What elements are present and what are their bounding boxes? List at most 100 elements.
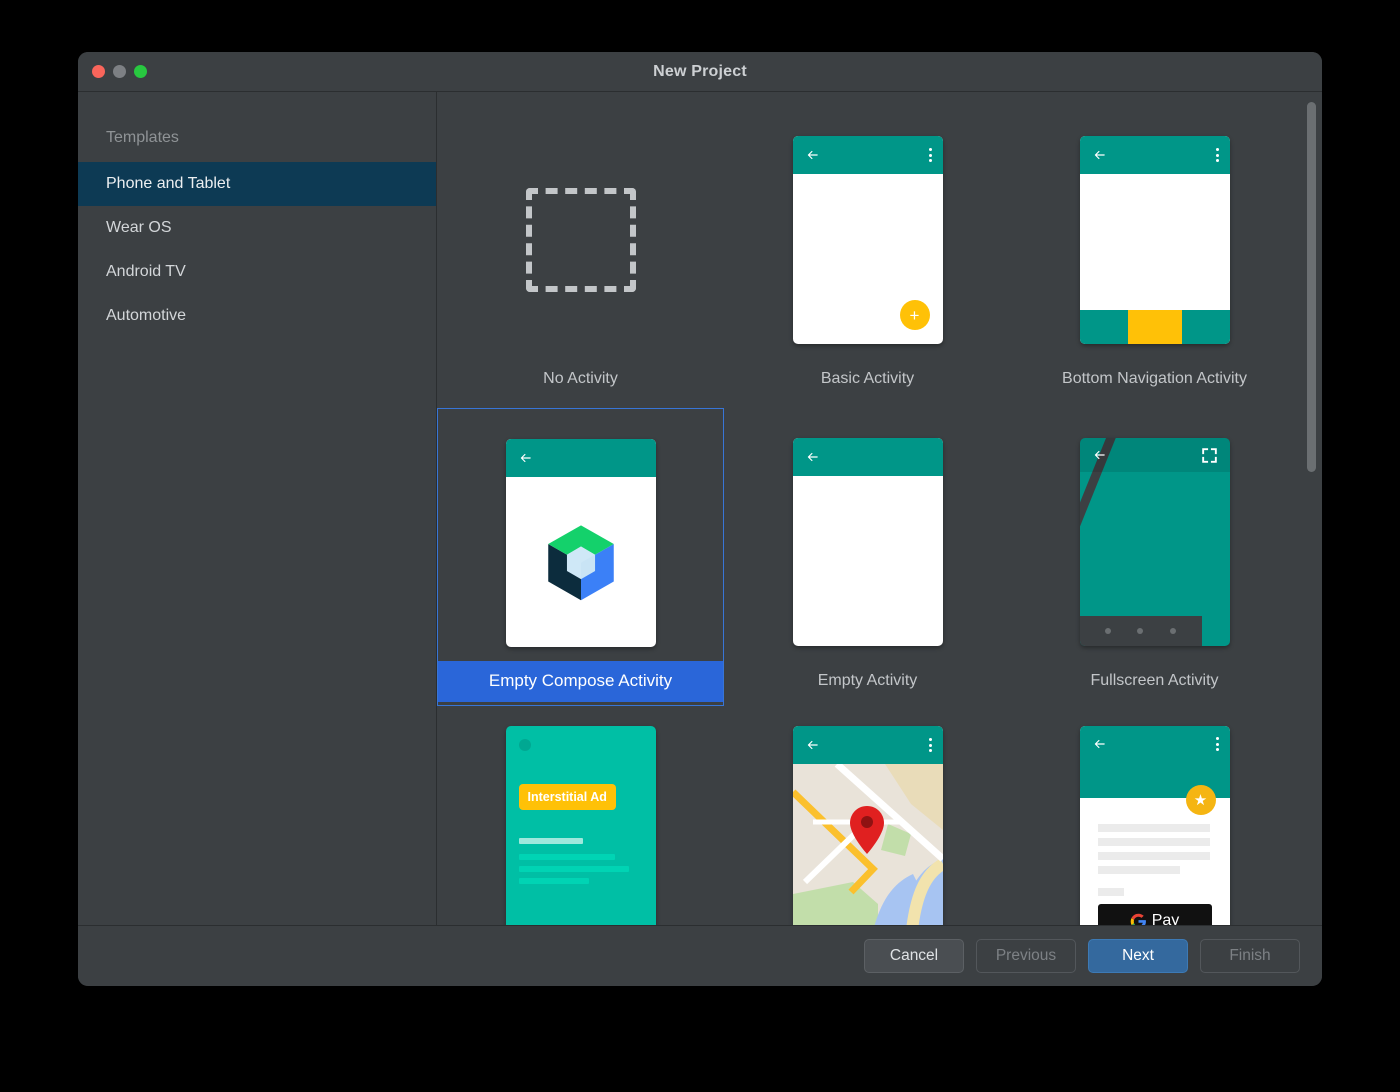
sidebar-item-label: Android TV (106, 263, 186, 280)
back-arrow-icon (1094, 150, 1105, 160)
dialog-body: Templates Phone and Tablet Wear OS Andro… (78, 92, 1322, 925)
jetpack-compose-logo-icon (547, 525, 614, 601)
avatar-dot (518, 739, 531, 751)
template-label: Fullscreen Activity (1090, 672, 1219, 689)
previous-button[interactable]: Previous (976, 938, 1076, 973)
phone-mock (505, 439, 656, 647)
dock-dot (1104, 628, 1111, 634)
phone-mock: Interstitial Ad (505, 726, 656, 925)
sidebar-item-automotive[interactable]: Automotive (78, 294, 436, 338)
overflow-menu-icon (928, 148, 932, 162)
template-gallery: No Activity + Basic Activity Bottom Navi… (437, 92, 1322, 925)
template-card-empty-compose-activity[interactable]: Empty Compose Activity (437, 408, 724, 706)
thumbnail (792, 424, 943, 660)
template-card-google-maps-activity[interactable] (724, 710, 1011, 925)
phone-mock: + (792, 136, 943, 344)
overflow-menu-icon (928, 738, 932, 752)
back-arrow-icon (807, 740, 818, 750)
sidebar-item-android-tv[interactable]: Android TV (78, 250, 436, 294)
back-arrow-icon (807, 150, 818, 160)
dialog-footer: Cancel Previous Next Finish (78, 925, 1322, 985)
back-arrow-icon (1094, 739, 1105, 749)
phone-mock: ★ Pay (1079, 726, 1230, 925)
sidebar-item-label: Automotive (106, 307, 187, 324)
app-bar (1079, 438, 1230, 472)
phone-mock (792, 438, 943, 646)
google-g-icon (1130, 913, 1146, 925)
placeholder-line (1097, 866, 1180, 874)
map-graphic (792, 764, 943, 925)
fullscreen-expand-icon (1201, 447, 1217, 463)
sidebar-item-wear-os[interactable]: Wear OS (78, 206, 436, 250)
back-arrow-icon (520, 453, 531, 463)
ad-badge: Interstitial Ad (518, 784, 616, 810)
dock-dot (1170, 628, 1177, 634)
finish-button[interactable]: Finish (1200, 938, 1300, 973)
template-card-fullscreen-activity[interactable]: Fullscreen Activity (1011, 408, 1298, 706)
sidebar-heading: Templates (106, 129, 179, 146)
sidebar-item-label: Phone and Tablet (106, 175, 231, 192)
template-card-empty-activity[interactable]: Empty Activity (724, 408, 1011, 706)
bottom-nav-item (1181, 310, 1230, 344)
sidebar-item-phone-and-tablet[interactable]: Phone and Tablet (78, 162, 436, 206)
bottom-nav-item-active (1127, 310, 1182, 344)
bottom-navigation-bar (1079, 310, 1230, 344)
close-button[interactable] (92, 65, 105, 78)
placeholder-line (518, 854, 615, 860)
next-button[interactable]: Next (1088, 938, 1188, 973)
app-bar (792, 438, 943, 476)
floating-action-button-icon: + (899, 300, 930, 330)
template-card-interstitial-ad[interactable]: Interstitial Ad (437, 710, 724, 925)
template-label: Empty Compose Activity (438, 661, 723, 702)
app-bar (792, 136, 943, 174)
google-pay-button: Pay (1097, 904, 1212, 925)
dashed-placeholder-icon (525, 188, 636, 292)
thumbnail (1079, 424, 1230, 660)
thumbnail: Interstitial Ad (505, 726, 656, 925)
app-bar (1079, 136, 1230, 174)
star-badge-icon: ★ (1185, 785, 1216, 815)
thumbnail (1079, 122, 1230, 358)
sidebar-item-label: Wear OS (106, 219, 172, 236)
template-card-bottom-navigation-activity[interactable]: Bottom Navigation Activity (1011, 106, 1298, 404)
templates-sidebar: Templates Phone and Tablet Wear OS Andro… (78, 92, 437, 925)
placeholder-line (1097, 824, 1210, 832)
template-label: No Activity (543, 370, 618, 387)
phone-mock (1079, 136, 1230, 344)
thumbnail (525, 122, 636, 358)
phone-mock (1079, 438, 1230, 646)
placeholder-line (1097, 888, 1124, 896)
template-card-no-activity[interactable]: No Activity (437, 106, 724, 404)
new-project-dialog: New Project Templates Phone and Tablet W… (78, 52, 1322, 986)
placeholder-line (1097, 838, 1210, 846)
window-controls (92, 65, 147, 78)
thumbnail (505, 425, 656, 661)
cancel-button[interactable]: Cancel (864, 938, 964, 973)
app-bar (505, 439, 656, 477)
placeholder-line (518, 866, 629, 872)
thumbnail: ★ Pay (1079, 726, 1230, 925)
template-card-basic-activity[interactable]: + Basic Activity (724, 106, 1011, 404)
vertical-scrollbar[interactable] (1307, 102, 1316, 472)
window-title: New Project (653, 62, 747, 80)
back-arrow-icon (1094, 450, 1105, 460)
placeholder-line (518, 838, 583, 844)
back-arrow-icon (807, 452, 818, 462)
template-label: Basic Activity (820, 370, 915, 387)
map-preview (792, 764, 943, 925)
overflow-menu-icon (1215, 737, 1219, 751)
nav-dock (1079, 616, 1202, 646)
dock-dot (1137, 628, 1144, 634)
template-label: Empty Activity (817, 672, 918, 689)
template-grid: No Activity + Basic Activity Bottom Navi… (437, 92, 1322, 925)
phone-mock (792, 726, 943, 925)
placeholder-line (518, 878, 589, 884)
minimize-button[interactable] (113, 65, 126, 78)
placeholder-line (1097, 852, 1210, 860)
overflow-menu-icon (1215, 148, 1219, 162)
maximize-button[interactable] (134, 65, 147, 78)
thumbnail: + (792, 122, 943, 358)
template-card-google-pay-activity[interactable]: ★ Pay (1011, 710, 1298, 925)
pay-button-label: Pay (1151, 912, 1180, 925)
thumbnail (792, 726, 943, 925)
